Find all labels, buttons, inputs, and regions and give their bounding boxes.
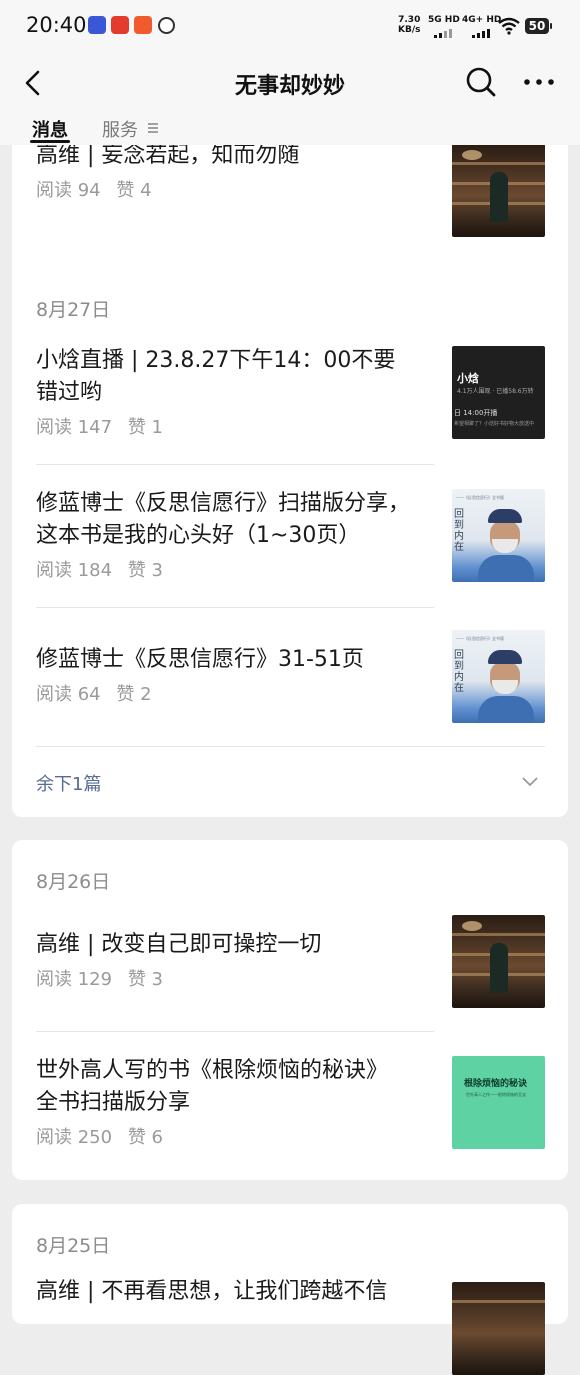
like-count: 赞 3 [127,969,163,990]
date-header: 8月27日 [36,299,111,321]
battery-icon: 50 [525,18,552,34]
thumbnail-vertical-text: 回到内在 [454,509,464,553]
signal-bars-icon [472,29,490,38]
divider [36,746,545,747]
thumbnail-note: 希望相聚了？小焓好书好物大放送中 [454,421,535,427]
network-speed: 7.30 KB/s [398,15,420,35]
sim1-label: 5G HD [428,15,460,25]
article-thumbnail[interactable]: 根除烦恼的秘诀 世外高人之作——根除烦恼的至宝 [452,1056,545,1149]
article-title-line: 错过哟 [36,380,103,405]
article-thumbnail[interactable]: ——《反思信愿行》全书版 回到内在 [452,630,545,723]
article-item[interactable]: 小焓直播 | 23.8.27下午14：00不要 错过哟 阅读 147 赞 1 [36,345,446,439]
article-card: 高维 | 妄念若起，知而勿随 阅读 94 赞 4 8月27日 小焓直播 | 23… [12,120,568,817]
tab-bar: 消息 服务 [0,112,580,145]
article-title: 高维 | 改变自己即可操控一切 [36,929,446,961]
article-item[interactable]: 修蓝博士《反思信愿行》扫描版分享， 这本书是我的心头好（1~30页） 阅读 18… [36,488,446,582]
article-stats: 阅读 250 赞 6 [36,1123,446,1149]
article-title-line: 这本书是我的心头好（1~30页） [36,523,361,548]
article-stats: 阅读 129 赞 3 [36,965,446,991]
read-count: 阅读 94 [36,180,101,201]
chevron-down-icon[interactable] [522,777,538,787]
tab-messages[interactable]: 消息 [32,116,68,142]
article-title-line: 高维 | 改变自己即可操控一切 [36,932,322,957]
clock: 20:40 [26,13,87,37]
thumbnail-subtitle: 世外高人之作——根除烦恼的至宝 [466,1092,526,1097]
thumbnail-caption: ——《反思信愿行》全书版 [456,495,504,500]
article-title: 修蓝博士《反思信愿行》31-51页 [36,644,446,676]
article-thumbnail[interactable]: 小焓 4.1万人围观 · 已播58.6万转 日 14:00开播 希望相聚了？小焓… [452,346,545,439]
article-title-line: 世外高人写的书《根除烦恼的秘诀》 [36,1058,389,1083]
thumbnail-title: 根除烦恼的秘诀 [464,1079,528,1089]
article-title: 小焓直播 | 23.8.27下午14：00不要 错过哟 [36,345,446,409]
article-thumbnail[interactable] [452,144,545,237]
like-count: 赞 6 [127,1127,163,1148]
search-icon[interactable] [465,66,497,98]
article-item[interactable]: 高维 | 不再看思想，让我们跨越不信 [36,1276,446,1308]
thumbnail-subtitle: 4.1万人围观 · 已播58.6万转 [457,388,534,395]
article-thumbnail[interactable] [452,915,545,1008]
like-count: 赞 1 [127,417,163,438]
date-header: 8月26日 [36,871,111,893]
read-count: 阅读 129 [36,969,113,990]
app-notification-icon [134,16,152,34]
like-count: 赞 4 [116,180,152,201]
show-remaining-link[interactable]: 余下1篇 [36,770,101,796]
read-count: 阅读 64 [36,684,101,705]
read-count: 阅读 250 [36,1127,113,1148]
thumbnail-time: 日 14:00开播 [454,409,498,417]
divider [36,607,434,608]
like-count: 赞 3 [127,560,163,581]
more-dots-icon[interactable] [522,72,556,92]
divider [36,1031,434,1032]
article-stats: 阅读 64 赞 2 [36,680,446,706]
article-title: 高维 | 不再看思想，让我们跨越不信 [36,1276,446,1308]
article-title-line: 小焓直播 | 23.8.27下午14：00不要 [36,348,396,373]
thumbnail-title: 小焓 [457,372,479,385]
article-title-line: 全书扫描版分享 [36,1090,191,1115]
article-title-line: 修蓝博士《反思信愿行》扫描版分享， [36,491,411,516]
nav-bar: 无事却妙妙 [0,54,580,112]
signal-bars-icon [434,29,452,38]
read-count: 阅读 184 [36,560,113,581]
article-title: 世外高人写的书《根除烦恼的秘诀》 全书扫描版分享 [36,1055,446,1119]
thumbnail-caption: ——《反思信愿行》全书版 [456,636,504,641]
like-count: 赞 2 [116,684,152,705]
date-header: 8月25日 [36,1235,111,1257]
article-item[interactable]: 修蓝博士《反思信愿行》31-51页 阅读 64 赞 2 [36,644,446,706]
article-thumbnail[interactable]: ——《反思信愿行》全书版 回到内在 [452,489,545,582]
sim2-label: 4G+ HD [462,15,502,25]
active-tab-indicator [30,140,70,143]
article-title-line: 修蓝博士《反思信愿行》31-51页 [36,647,364,672]
network-speed-value: 7.30 [398,15,421,25]
article-stats: 阅读 184 赞 3 [36,556,446,582]
divider [36,464,434,465]
article-card: 8月26日 高维 | 改变自己即可操控一切 阅读 129 赞 3 世外高人写的书… [12,840,568,1180]
thumbnail-vertical-text: 回到内在 [454,650,464,694]
read-count: 阅读 147 [36,417,113,438]
app-notification-icon [88,16,106,34]
article-stats: 阅读 147 赞 1 [36,413,446,439]
article-item[interactable]: 高维 | 妄念若起，知而勿随 阅读 94 赞 4 [36,140,446,202]
tab-services[interactable]: 服务 [102,116,138,142]
article-item[interactable]: 高维 | 改变自己即可操控一切 阅读 129 赞 3 [36,929,446,991]
article-item[interactable]: 世外高人写的书《根除烦恼的秘诀》 全书扫描版分享 阅读 250 赞 6 [36,1055,446,1149]
article-title: 修蓝博士《反思信愿行》扫描版分享， 这本书是我的心头好（1~30页） [36,488,446,552]
alarm-icon [158,17,175,34]
article-stats: 阅读 94 赞 4 [36,176,446,202]
article-title-line: 高维 | 不再看思想，让我们跨越不信 [36,1279,388,1304]
menu-lines-icon[interactable] [148,123,158,133]
wifi-icon [498,17,520,35]
app-notification-icon [111,16,129,34]
network-speed-unit: KB/s [398,25,421,35]
article-card: 8月25日 高维 | 不再看思想，让我们跨越不信 [12,1204,568,1375]
article-thumbnail[interactable] [452,1282,545,1375]
status-bar: 20:40 7.30 KB/s 5G HD 4G+ HD 50 [0,0,580,54]
